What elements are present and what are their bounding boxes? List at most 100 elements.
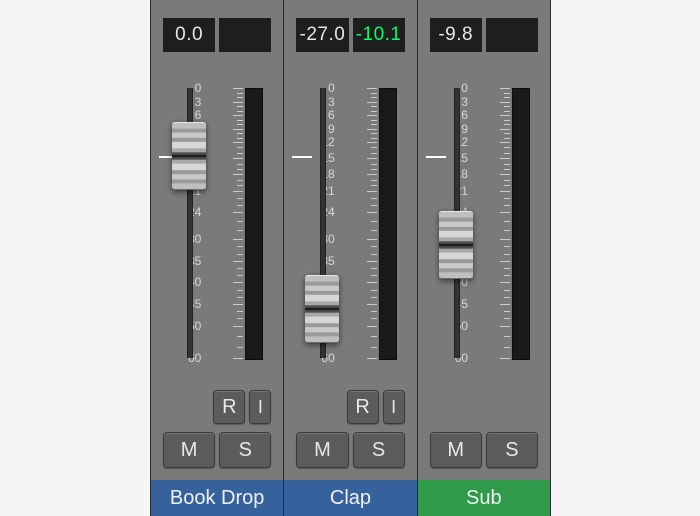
- channel-strip: -27.0-10.103691215182124303540455060RIMS…: [284, 0, 417, 516]
- scale-tick: [367, 304, 377, 305]
- zero-db-marker: [292, 156, 312, 158]
- scale-tick-minor: [237, 290, 243, 291]
- scale-tick-minor: [237, 254, 243, 255]
- record-enable-button[interactable]: R: [213, 390, 245, 424]
- fader-cap[interactable]: [305, 275, 339, 343]
- ri-button-row: [418, 390, 550, 426]
- scale-tick-minor: [504, 311, 510, 312]
- scale-tick: [233, 239, 243, 240]
- scale-tick-minor: [237, 275, 243, 276]
- scale-tick: [500, 212, 510, 213]
- level-readout[interactable]: -9.8: [430, 18, 482, 52]
- scale-tick-minor: [504, 297, 510, 298]
- mute-button[interactable]: M: [163, 432, 215, 468]
- level-meter: [512, 88, 530, 360]
- scale-tick-minor: [504, 106, 510, 107]
- scale-tick: [367, 282, 377, 283]
- scale-tick-minor: [237, 347, 243, 348]
- fader-cap[interactable]: [439, 211, 473, 279]
- scale-tick: [500, 174, 510, 175]
- ms-button-row: MS: [418, 432, 550, 470]
- scale-tick-minor: [237, 230, 243, 231]
- scale-tick-minor: [237, 111, 243, 112]
- solo-button[interactable]: S: [353, 432, 405, 468]
- scale-tick-minor: [237, 93, 243, 94]
- level-meter: [245, 88, 263, 360]
- scale-tick-minor: [371, 153, 377, 154]
- scale-tick-minor: [237, 268, 243, 269]
- scale-tick: [500, 261, 510, 262]
- solo-button[interactable]: S: [219, 432, 271, 468]
- mute-button[interactable]: M: [430, 432, 482, 468]
- input-monitor-button[interactable]: I: [383, 390, 405, 424]
- scale-tick-minor: [371, 106, 377, 107]
- scale-tick: [500, 326, 510, 327]
- peak-readout[interactable]: [219, 18, 271, 52]
- scale-tick-minor: [371, 93, 377, 94]
- channel-name-strip[interactable]: Clap: [284, 480, 416, 516]
- fader-cap[interactable]: [172, 122, 206, 190]
- fader-scale: 03691215182124303540455060: [207, 86, 243, 366]
- scale-tick: [233, 212, 243, 213]
- scale-tick-minor: [504, 138, 510, 139]
- scale-tick-minor: [237, 138, 243, 139]
- scale-tick-minor: [504, 347, 510, 348]
- level-readouts: -9.8: [418, 0, 550, 58]
- scale-tick-minor: [504, 336, 510, 337]
- fader-area: 03691215182124303540455060: [151, 86, 283, 386]
- zero-db-marker: [426, 156, 446, 158]
- scale-tick-minor: [371, 268, 377, 269]
- scale-tick-minor: [371, 221, 377, 222]
- peak-readout[interactable]: -10.1: [353, 18, 405, 52]
- scale-tick-minor: [237, 124, 243, 125]
- scale-tick: [367, 158, 377, 159]
- scale-tick: [367, 115, 377, 116]
- mute-button[interactable]: M: [296, 432, 348, 468]
- peak-readout[interactable]: [486, 18, 538, 52]
- level-readouts: 0.0: [151, 0, 283, 58]
- scale-tick-minor: [371, 164, 377, 165]
- scale-tick: [367, 129, 377, 130]
- scale-tick-minor: [371, 254, 377, 255]
- scale-tick-minor: [504, 221, 510, 222]
- scale-tick-minor: [237, 169, 243, 170]
- scale-tick-minor: [504, 275, 510, 276]
- scale-tick-minor: [237, 246, 243, 247]
- scale-tick-minor: [504, 318, 510, 319]
- scale-tick-minor: [371, 275, 377, 276]
- scale-tick: [233, 191, 243, 192]
- scale-tick-minor: [371, 147, 377, 148]
- scale-tick-minor: [504, 93, 510, 94]
- scale-tick-minor: [371, 185, 377, 186]
- mixer: 0.003691215182124303540455060RIMSBook Dr…: [150, 0, 551, 516]
- level-readout[interactable]: -27.0: [296, 18, 348, 52]
- channel-name-strip[interactable]: Book Drop: [151, 480, 283, 516]
- scale-tick: [500, 115, 510, 116]
- scale-tick-minor: [504, 111, 510, 112]
- scale-tick-minor: [504, 153, 510, 154]
- scale-tick-minor: [371, 205, 377, 206]
- channel-name-strip[interactable]: Sub: [418, 480, 550, 516]
- scale-tick-minor: [237, 133, 243, 134]
- scale-tick-minor: [371, 180, 377, 181]
- scale-tick: [233, 158, 243, 159]
- scale-tick-minor: [371, 318, 377, 319]
- scale-tick-minor: [504, 97, 510, 98]
- scale-tick-minor: [504, 185, 510, 186]
- scale-tick-minor: [371, 124, 377, 125]
- level-readout[interactable]: 0.0: [163, 18, 215, 52]
- input-monitor-button[interactable]: I: [249, 390, 271, 424]
- scale-tick-minor: [237, 164, 243, 165]
- scale-tick: [500, 282, 510, 283]
- scale-tick: [233, 304, 243, 305]
- scale-tick-minor: [371, 97, 377, 98]
- scale-tick-minor: [371, 290, 377, 291]
- scale-tick: [367, 191, 377, 192]
- solo-button[interactable]: S: [486, 432, 538, 468]
- scale-tick: [500, 304, 510, 305]
- scale-tick: [233, 174, 243, 175]
- record-enable-button[interactable]: R: [347, 390, 379, 424]
- level-readouts: -27.0-10.1: [284, 0, 416, 58]
- scale-tick-minor: [237, 120, 243, 121]
- scale-tick-minor: [504, 230, 510, 231]
